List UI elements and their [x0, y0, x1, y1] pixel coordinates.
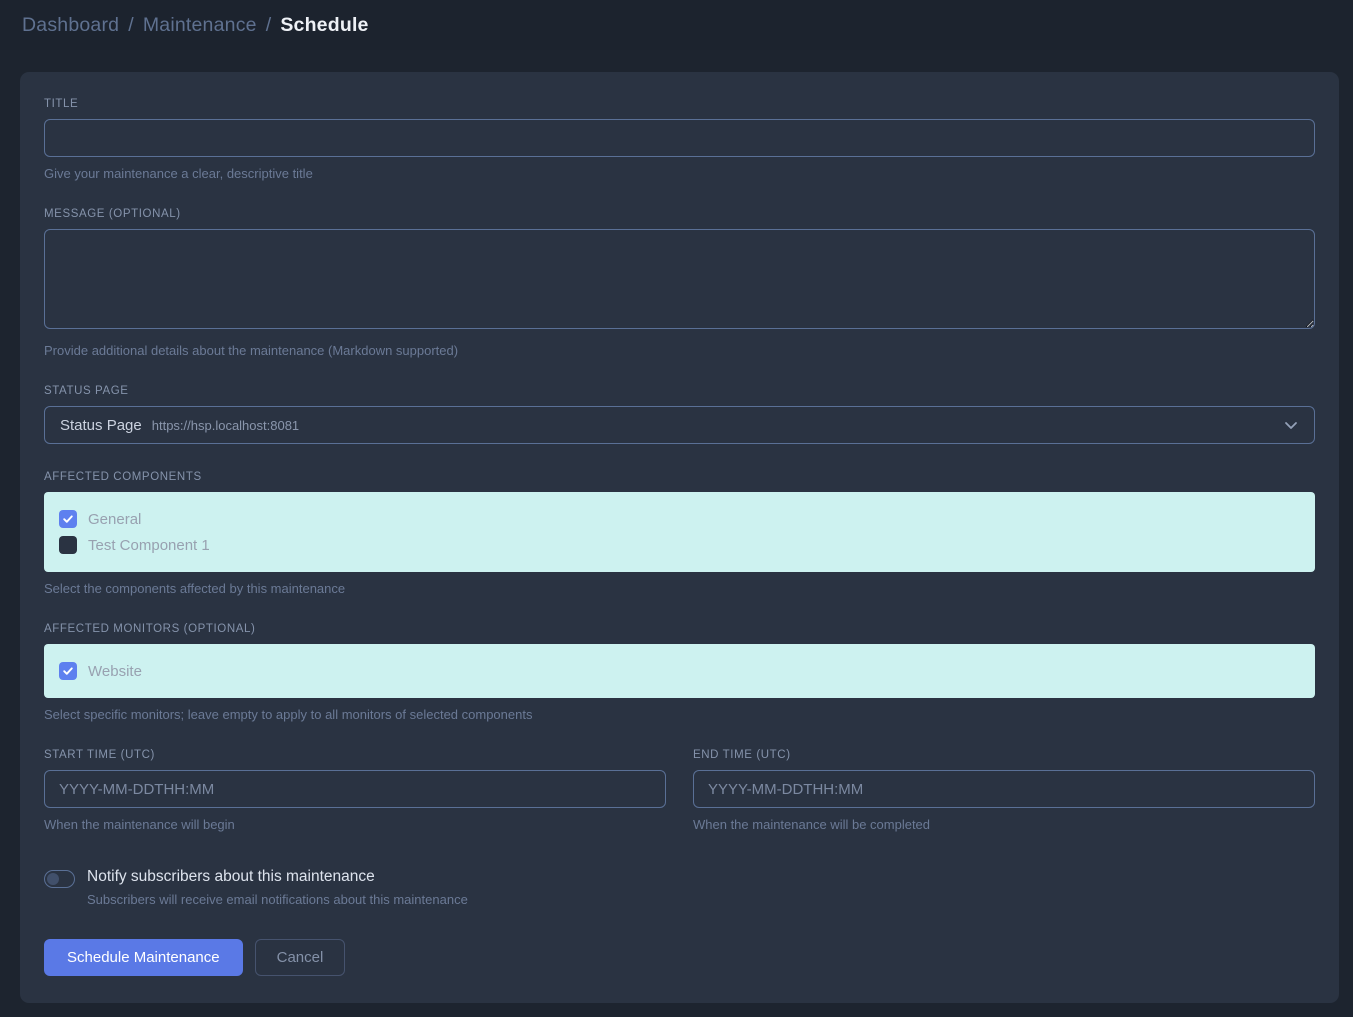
- component-option-label: Test Component 1: [88, 537, 210, 554]
- affected-monitors-section: AFFECTED MONITORS (OPTIONAL) Website Sel…: [44, 623, 1315, 722]
- breadcrumb: Dashboard / Maintenance / Schedule: [22, 14, 369, 37]
- start-time-input[interactable]: [44, 770, 666, 808]
- component-option-label: General: [88, 511, 141, 528]
- time-range-section: START TIME (UTC) When the maintenance wi…: [44, 749, 1315, 832]
- status-page-selected-name: Status Page: [60, 417, 142, 434]
- affected-monitors-helper: Select specific monitors; leave empty to…: [44, 707, 1315, 722]
- title-section: TITLE Give your maintenance a clear, des…: [44, 98, 1315, 181]
- end-time-input[interactable]: [693, 770, 1315, 808]
- notify-subscribers-section: Notify subscribers about this maintenanc…: [44, 868, 1315, 907]
- message-section: MESSAGE (OPTIONAL) Provide additional de…: [44, 208, 1315, 358]
- monitor-option-website[interactable]: Website: [59, 659, 1300, 683]
- breadcrumb-link-dashboard[interactable]: Dashboard: [22, 14, 119, 37]
- checkbox-icon[interactable]: [59, 536, 77, 554]
- affected-monitors-panel: Website: [44, 644, 1315, 698]
- notify-toggle[interactable]: [44, 870, 75, 888]
- affected-monitors-label: AFFECTED MONITORS (OPTIONAL): [44, 623, 1315, 635]
- affected-components-panel: General Test Component 1: [44, 492, 1315, 572]
- title-label: TITLE: [44, 98, 1315, 110]
- monitor-option-label: Website: [88, 663, 142, 680]
- start-time-helper: When the maintenance will begin: [44, 817, 666, 832]
- affected-components-helper: Select the components affected by this m…: [44, 581, 1315, 596]
- component-option-general[interactable]: General: [59, 507, 1300, 531]
- breadcrumb-separator: /: [266, 14, 272, 37]
- toggle-knob: [47, 873, 59, 885]
- notify-label: Notify subscribers about this maintenanc…: [87, 868, 468, 886]
- checkmark-icon: [62, 513, 74, 525]
- chevron-down-icon: [1283, 417, 1299, 433]
- message-helper: Provide additional details about the mai…: [44, 343, 1315, 358]
- top-bar: Dashboard / Maintenance / Schedule: [0, 0, 1353, 50]
- cancel-button[interactable]: Cancel: [255, 939, 346, 976]
- end-time-helper: When the maintenance will be completed: [693, 817, 1315, 832]
- notify-helper: Subscribers will receive email notificat…: [87, 892, 468, 907]
- title-input[interactable]: [44, 119, 1315, 157]
- breadcrumb-current-schedule: Schedule: [280, 14, 368, 37]
- end-time-label: END TIME (UTC): [693, 749, 1315, 761]
- status-page-label: STATUS PAGE: [44, 385, 1315, 397]
- end-time-field: END TIME (UTC) When the maintenance will…: [693, 749, 1315, 832]
- form-actions: Schedule Maintenance Cancel: [44, 939, 1315, 976]
- status-page-selected-url: https://hsp.localhost:8081: [152, 418, 299, 433]
- start-time-field: START TIME (UTC) When the maintenance wi…: [44, 749, 666, 832]
- message-textarea[interactable]: [44, 229, 1315, 329]
- checkmark-icon: [62, 665, 74, 677]
- status-page-section: STATUS PAGE Status Page https://hsp.loca…: [44, 385, 1315, 444]
- affected-components-section: AFFECTED COMPONENTS General Test Compone…: [44, 471, 1315, 596]
- breadcrumb-link-maintenance[interactable]: Maintenance: [143, 14, 257, 37]
- title-helper: Give your maintenance a clear, descripti…: [44, 166, 1315, 181]
- notify-text: Notify subscribers about this maintenanc…: [87, 868, 468, 907]
- breadcrumb-separator: /: [128, 14, 134, 37]
- checkbox-icon[interactable]: [59, 510, 77, 528]
- message-label: MESSAGE (OPTIONAL): [44, 208, 1315, 220]
- component-option-test-component-1[interactable]: Test Component 1: [59, 533, 1300, 557]
- schedule-maintenance-form: TITLE Give your maintenance a clear, des…: [20, 72, 1339, 1003]
- checkbox-icon[interactable]: [59, 662, 77, 680]
- status-page-select[interactable]: Status Page https://hsp.localhost:8081: [44, 406, 1315, 444]
- start-time-label: START TIME (UTC): [44, 749, 666, 761]
- affected-components-label: AFFECTED COMPONENTS: [44, 471, 1315, 483]
- schedule-maintenance-button[interactable]: Schedule Maintenance: [44, 939, 243, 976]
